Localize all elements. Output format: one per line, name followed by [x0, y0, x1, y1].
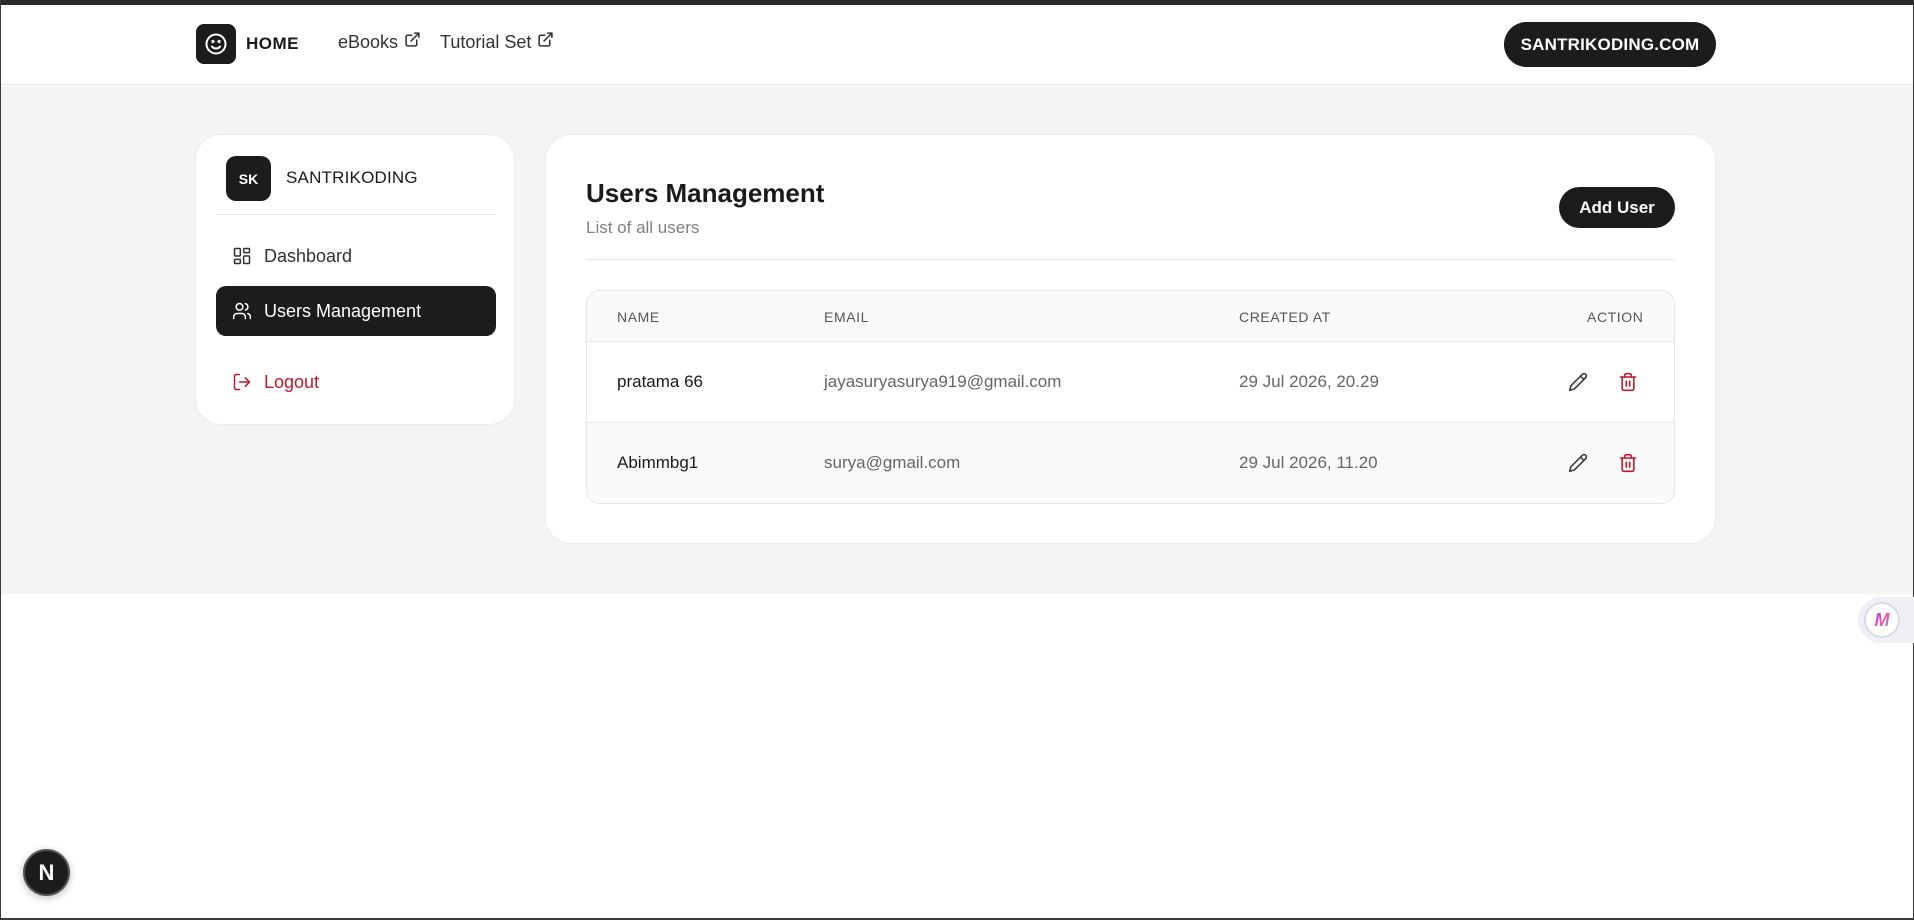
nav-link-ebooks-label: eBooks: [338, 32, 399, 52]
page-subtitle: List of all users: [586, 218, 700, 237]
table-row: Abimmbg1 surya@gmail.com 29 Jul 2026, 11…: [587, 423, 1674, 503]
nav-link-ebooks[interactable]: eBooks: [338, 32, 421, 53]
santrikoding-site-button[interactable]: SANTRIKODING.COM: [1504, 22, 1716, 67]
dashboard-icon: [233, 247, 251, 265]
pencil-icon: [1568, 453, 1588, 473]
trash-icon: [1619, 372, 1637, 392]
table-header: NAME EMAIL CREATED AT ACTION: [587, 291, 1674, 342]
column-header-email: EMAIL: [824, 309, 870, 325]
sidebar-item-label: Users Management: [264, 300, 422, 321]
page-title: Users Management: [586, 178, 825, 208]
delete-button[interactable]: [1616, 370, 1640, 394]
nav-link-tutorial-set[interactable]: Tutorial Set: [440, 32, 554, 53]
external-link-icon: [538, 32, 554, 47]
users-icon: [232, 302, 252, 320]
nav-link-tutorial-set-label: Tutorial Set: [440, 32, 532, 52]
sidebar-item-users-management[interactable]: Users Management: [216, 286, 496, 336]
column-header-created-at: CREATED AT: [1239, 309, 1331, 325]
trash-icon: [1619, 453, 1637, 473]
panel-divider: [586, 259, 1675, 260]
pencil-icon: [1568, 372, 1588, 392]
sidebar: SK SANTRIKODING Dashboard Users Manageme…: [195, 134, 515, 425]
logout-button[interactable]: Logout: [216, 357, 496, 407]
edit-button[interactable]: [1566, 370, 1590, 394]
sidebar-item-label: Dashboard: [264, 245, 353, 266]
column-header-name: NAME: [617, 309, 660, 325]
avatar: SK: [226, 156, 271, 201]
delete-button[interactable]: [1616, 451, 1640, 475]
logout-label: Logout: [264, 371, 320, 392]
add-user-button[interactable]: Add User: [1559, 187, 1675, 228]
cell-created-at: 29 Jul 2026, 11.20: [1239, 453, 1378, 472]
sidebar-user-name: SANTRIKODING: [286, 168, 418, 187]
cell-email: surya@gmail.com: [824, 453, 961, 472]
column-header-action: ACTION: [1587, 309, 1644, 325]
cell-name: pratama 66: [617, 372, 703, 391]
top-navbar: HOME eBooks Tutorial Set SANTRIKODING.CO…: [1, 5, 1913, 85]
extension-floating-button[interactable]: M: [1858, 597, 1914, 643]
external-link-icon: [405, 32, 420, 47]
cell-created-at: 29 Jul 2026, 20.29: [1239, 372, 1379, 391]
sidebar-item-dashboard[interactable]: Dashboard: [216, 231, 496, 281]
smiley-icon: [205, 33, 227, 55]
sidebar-divider: [216, 214, 496, 215]
users-table: NAME EMAIL CREATED AT ACTION pratama 66 …: [586, 290, 1675, 504]
table-row: pratama 66 jayasuryasurya919@gmail.com 2…: [587, 342, 1674, 423]
nextjs-dev-indicator-button[interactable]: N: [23, 849, 70, 896]
logout-icon: [233, 373, 251, 391]
home-logo-button[interactable]: [196, 24, 236, 64]
cell-email: jayasuryasurya919@gmail.com: [824, 372, 1062, 391]
edit-button[interactable]: [1566, 451, 1590, 475]
users-panel: Users Management List of all users Add U…: [545, 134, 1716, 544]
extension-logo-letter: M: [1874, 609, 1890, 630]
home-link[interactable]: HOME: [246, 34, 299, 54]
extension-logo-icon: M: [1864, 602, 1900, 638]
cell-name: Abimmbg1: [617, 453, 699, 472]
